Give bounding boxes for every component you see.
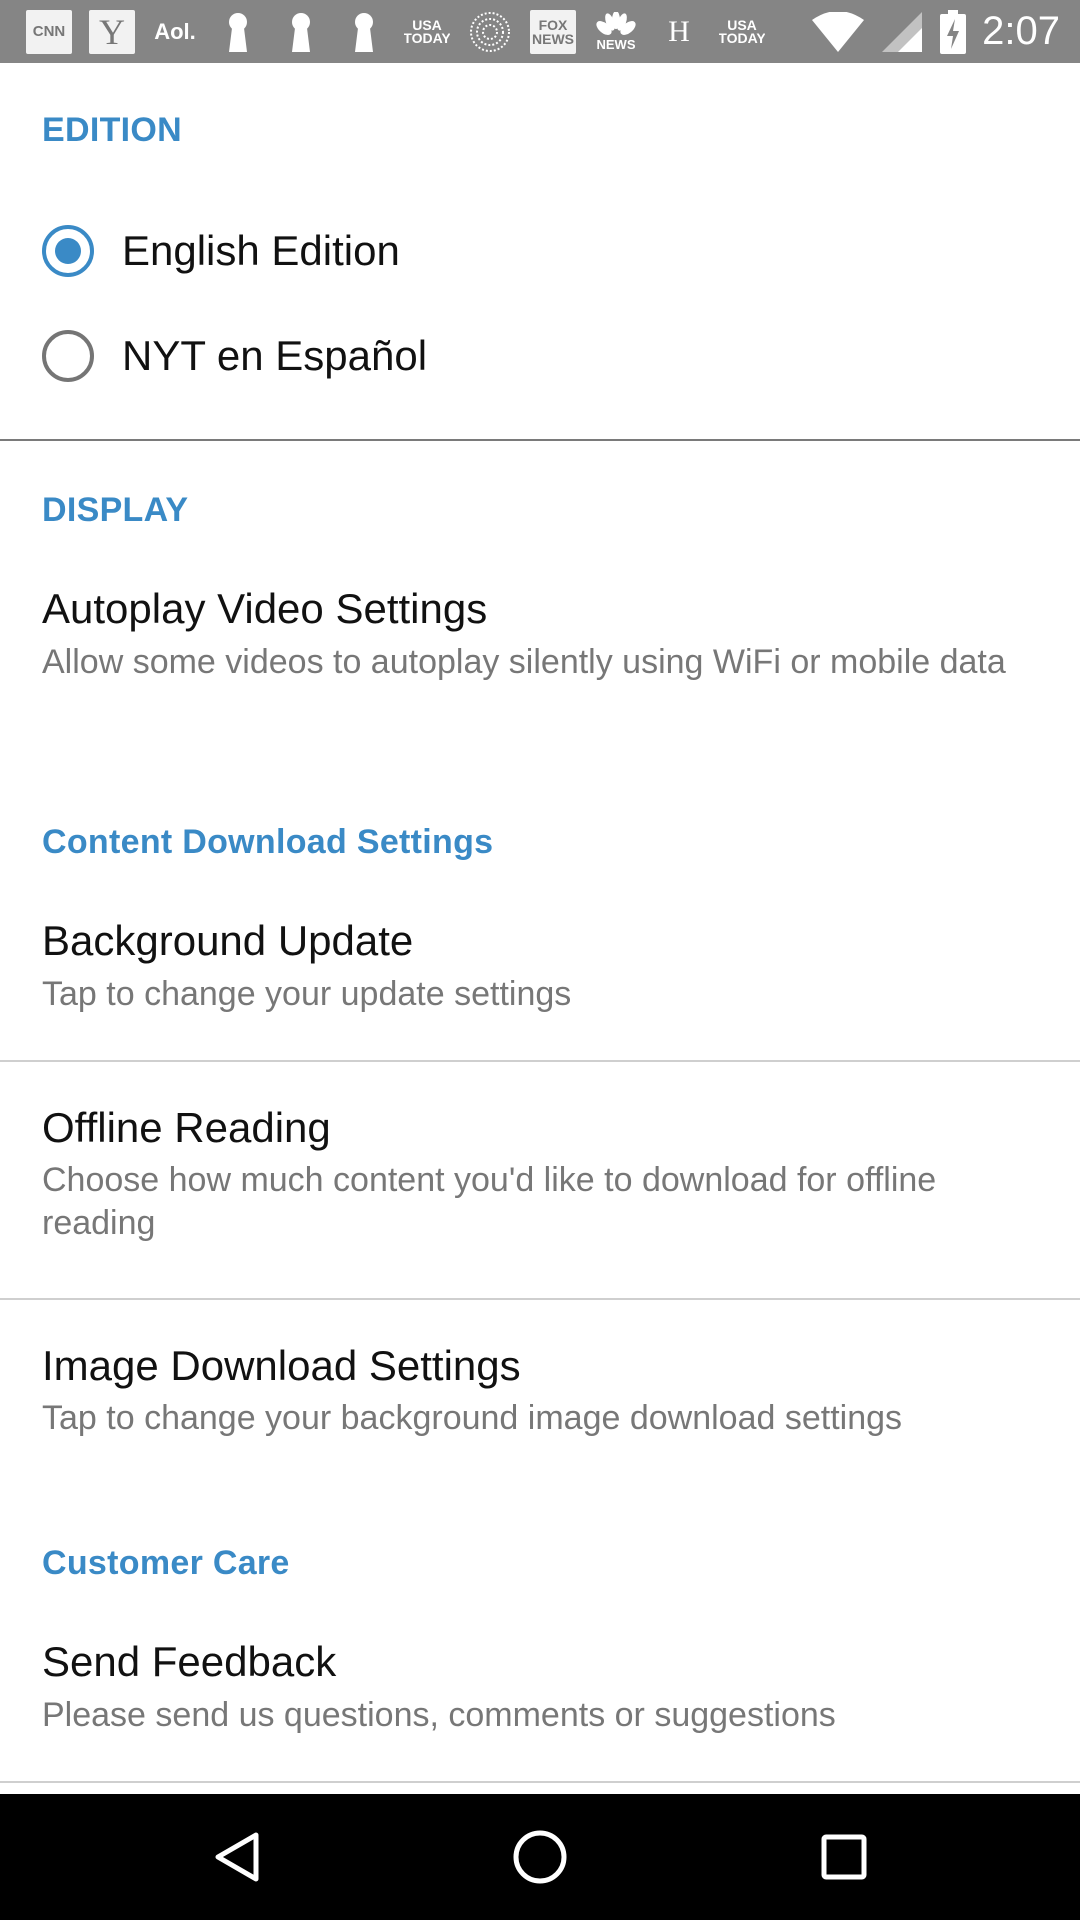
- aol-icon: Aol.: [154, 18, 196, 44]
- dotted-globe-icon: [467, 10, 513, 54]
- recents-square-icon[interactable]: [814, 1827, 874, 1887]
- back-triangle-icon[interactable]: [206, 1827, 266, 1887]
- pref-image-download-settings[interactable]: Image Download Settings Tap to change yo…: [0, 1300, 1080, 1470]
- section-header-display: DISPLAY: [42, 491, 189, 529]
- pref-title: Image Download Settings: [42, 1342, 521, 1389]
- pref-summary: Allow some videos to autoplay silently u…: [42, 643, 1006, 681]
- settings-list: EDITION English Edition NYT en Español D…: [0, 63, 1080, 1794]
- system-status: 2:07: [794, 0, 1060, 63]
- fox-news-icon: FOX NEWS: [530, 9, 576, 54]
- wifi-icon: [812, 11, 865, 52]
- keyhole-icon: [278, 10, 324, 54]
- pref-title: Autoplay Video Settings: [42, 585, 488, 632]
- pref-title: Send Feedback: [42, 1638, 337, 1685]
- usa-today-icon: USA TODAY: [404, 16, 450, 46]
- pref-title: Background Update: [42, 917, 414, 964]
- yahoo-icon: Y: [89, 9, 135, 54]
- radio-nyt-en-espanol[interactable]: NYT en Español: [0, 306, 1080, 406]
- clock: 2:07: [982, 9, 1060, 53]
- status-bar: CNN Y Aol. USA TODAY FOX NEWS NEWS H USA…: [0, 0, 1080, 63]
- section-header-edition: EDITION: [42, 111, 182, 149]
- section-header-customer-care: Customer Care: [42, 1544, 290, 1582]
- pref-title: Offline Reading: [42, 1104, 331, 1151]
- pref-summary: Please send us questions, comments or su…: [42, 1696, 836, 1734]
- navigation-bar: [0, 1794, 1080, 1920]
- usa-today-icon: USA TODAY: [719, 16, 765, 46]
- radio-checked-icon[interactable]: [42, 225, 94, 277]
- pref-summary: Tap to change your update settings: [42, 975, 572, 1013]
- pref-summary: Choose how much content you'd like to do…: [42, 1161, 937, 1242]
- nbc-news-icon: NEWS: [593, 10, 639, 54]
- notification-icons: CNN Y Aol. USA TODAY FOX NEWS NEWS H USA…: [0, 9, 782, 54]
- pref-send-feedback[interactable]: Send Feedback Please send us questions, …: [0, 1616, 1080, 1781]
- section-divider: [0, 439, 1080, 441]
- keyhole-icon: [215, 10, 261, 54]
- cnn-icon: CNN: [26, 9, 72, 54]
- cell-signal-icon: [882, 11, 923, 52]
- radio-label: English Edition: [122, 227, 400, 274]
- pref-autoplay-video-settings[interactable]: Autoplay Video Settings Allow some video…: [0, 563, 1080, 763]
- pref-summary: Tap to change your background image down…: [42, 1399, 903, 1437]
- keyhole-icon: [341, 10, 387, 54]
- radio-unchecked-icon[interactable]: [42, 330, 94, 382]
- pref-background-update[interactable]: Background Update Tap to change your upd…: [0, 895, 1080, 1060]
- battery-charging-icon: [940, 9, 967, 54]
- huffpost-icon: H: [668, 14, 690, 48]
- item-divider: [0, 1781, 1080, 1783]
- radio-english-edition[interactable]: English Edition: [0, 201, 1080, 301]
- radio-label: NYT en Español: [122, 332, 428, 379]
- section-header-content-download: Content Download Settings: [42, 823, 494, 861]
- nbc-news-label: NEWS: [596, 37, 636, 52]
- home-circle-icon[interactable]: [510, 1827, 570, 1887]
- pref-offline-reading[interactable]: Offline Reading Choose how much content …: [0, 1062, 1080, 1300]
- settings-screen: CNN Y Aol. USA TODAY FOX NEWS NEWS H USA…: [0, 0, 1080, 1920]
